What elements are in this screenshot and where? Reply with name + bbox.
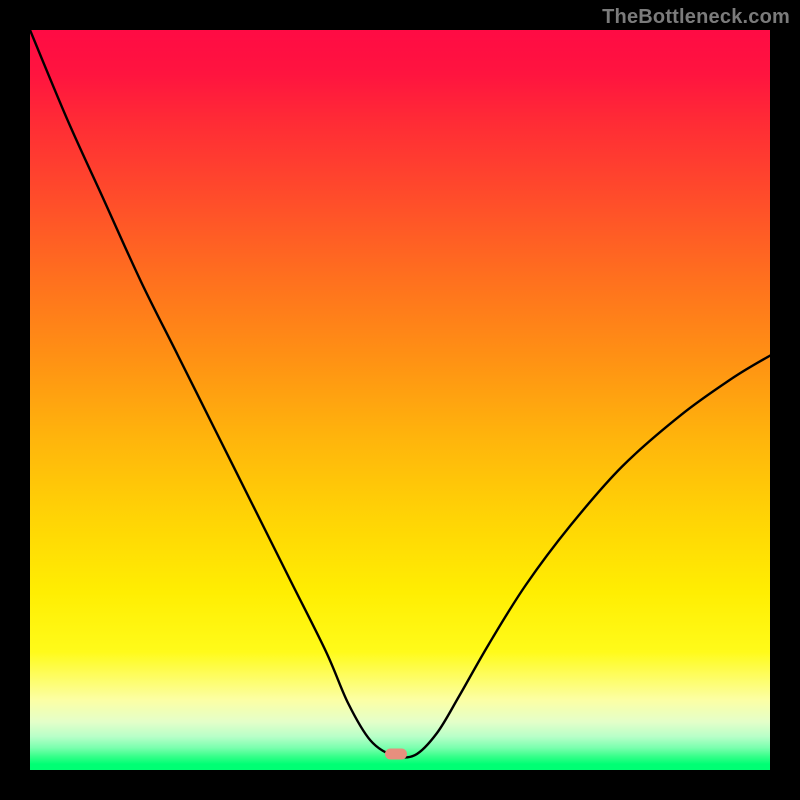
plot-area [30, 30, 770, 770]
minimum-marker [385, 748, 407, 759]
watermark-text: TheBottleneck.com [602, 6, 790, 29]
chart-frame: TheBottleneck.com [0, 0, 800, 800]
bottleneck-curve [30, 30, 770, 770]
